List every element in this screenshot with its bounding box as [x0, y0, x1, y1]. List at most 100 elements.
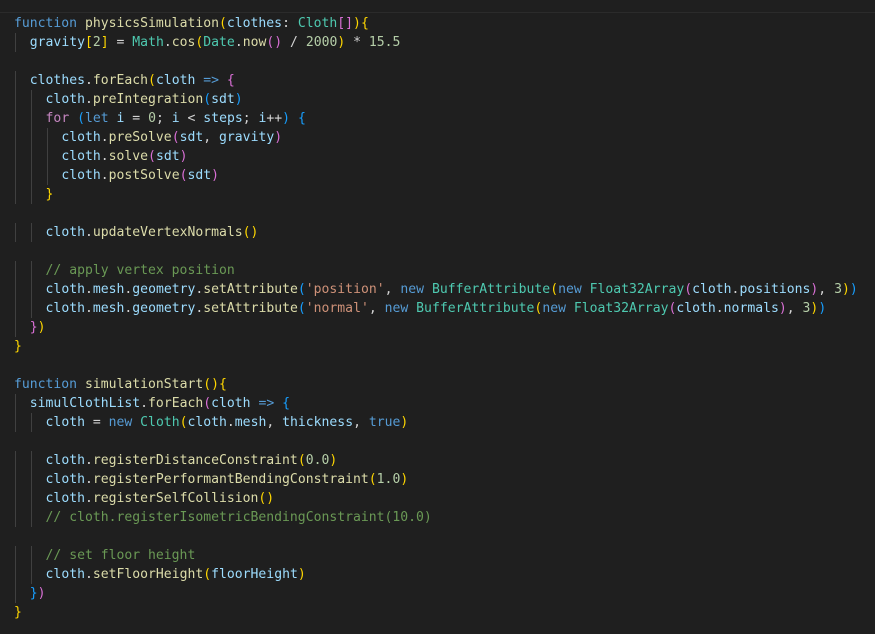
- code-token-punctuation: [77, 16, 85, 31]
- code-token-bracket3: (: [203, 92, 212, 107]
- code-line[interactable]: function simulationStart(){: [14, 375, 858, 394]
- indent-guide: [15, 166, 16, 185]
- indent-guide: [15, 394, 16, 413]
- code-token-punctuation: .: [226, 415, 235, 430]
- code-line[interactable]: // cloth.registerIsometricBendingConstra…: [14, 508, 858, 527]
- code-token-bracket1: ]: [100, 35, 109, 50]
- code-token-punctuation: [109, 111, 117, 126]
- indentation: [14, 301, 46, 316]
- code-token-keyword: let: [84, 111, 109, 126]
- code-line[interactable]: }: [14, 603, 858, 622]
- code-line[interactable]: // set floor height: [14, 546, 858, 565]
- code-line[interactable]: cloth.registerSelfCollision(): [14, 489, 858, 508]
- code-token-bracket1: (): [242, 225, 259, 240]
- code-token-punctuation: [290, 111, 298, 126]
- code-token-punctuation: ;: [155, 111, 172, 126]
- code-token-punctuation: .: [100, 168, 109, 183]
- code-token-function: physicsSimulation: [84, 16, 219, 31]
- code-token-punctuation: .: [715, 301, 724, 316]
- code-line[interactable]: cloth.registerDistanceConstraint(0.0): [14, 451, 858, 470]
- code-token-variable: sdt: [187, 168, 212, 183]
- code-token-punctuation: [69, 111, 77, 126]
- code-token-bracket3: {: [282, 396, 290, 411]
- code-editor[interactable]: function physicsSimulation(clothes: Clot…: [0, 0, 875, 634]
- code-line[interactable]: }: [14, 337, 858, 356]
- code-token-punctuation: =: [84, 415, 109, 430]
- code-token-bracket2: (): [266, 35, 283, 50]
- code-line[interactable]: gravity[2] = Math.cos(Date.now() / 2000)…: [14, 33, 858, 52]
- indentation: [14, 396, 30, 411]
- code-token-function: forEach: [92, 73, 149, 88]
- code-line[interactable]: }): [14, 584, 858, 603]
- code-line[interactable]: // apply vertex position: [14, 261, 858, 280]
- code-line[interactable]: simulClothList.forEach(cloth => {: [14, 394, 858, 413]
- code-token-bracket1: (: [148, 73, 156, 88]
- code-line[interactable]: [14, 527, 858, 546]
- indent-guide: [15, 299, 16, 318]
- indent-guide: [15, 185, 16, 204]
- code-token-type: Date: [203, 35, 235, 50]
- indent-guide: [15, 584, 16, 603]
- code-token-punctuation: ,: [266, 415, 283, 430]
- code-token-bracket1: ): [329, 453, 338, 468]
- code-token-variable: mesh: [92, 282, 125, 297]
- code-token-punctuation: .: [84, 453, 93, 468]
- code-area[interactable]: function physicsSimulation(clothes: Clot…: [14, 14, 858, 622]
- code-token-variable: geometry: [132, 301, 196, 316]
- code-line[interactable]: for (let i = 0; i < steps; i++) {: [14, 109, 858, 128]
- code-line[interactable]: [14, 432, 858, 451]
- code-line[interactable]: [14, 242, 858, 261]
- code-line[interactable]: [14, 52, 858, 71]
- code-line[interactable]: [14, 204, 858, 223]
- code-token-keyword: function: [14, 377, 78, 392]
- code-line[interactable]: function physicsSimulation(clothes: Clot…: [14, 14, 858, 33]
- code-line[interactable]: cloth.mesh.geometry.setAttribute('normal…: [14, 299, 858, 318]
- code-token-type: BufferAttribute: [416, 301, 535, 316]
- code-line[interactable]: cloth.mesh.geometry.setAttribute('positi…: [14, 280, 858, 299]
- code-token-variable: floorHeight: [211, 567, 298, 582]
- code-line[interactable]: cloth.postSolve(sdt): [14, 166, 858, 185]
- code-token-punctuation: ,: [786, 301, 803, 316]
- indent-guide: [30, 261, 32, 280]
- code-token-bracket1: }: [14, 339, 22, 354]
- code-token-bracket3: {: [297, 111, 306, 126]
- code-line[interactable]: }): [14, 318, 858, 337]
- code-line[interactable]: cloth.preIntegration(sdt): [14, 90, 858, 109]
- code-token-number: 0: [148, 111, 156, 126]
- code-line[interactable]: cloth.preSolve(sdt, gravity): [14, 128, 858, 147]
- indentation: [14, 92, 46, 107]
- code-token-number: 2000: [305, 35, 338, 50]
- code-line[interactable]: clothes.forEach(cloth => {: [14, 71, 858, 90]
- code-line[interactable]: cloth.registerPerformantBendingConstrain…: [14, 470, 858, 489]
- code-token-bracket3: ): [818, 301, 827, 316]
- code-token-number: 2: [92, 35, 101, 50]
- code-token-bracket1: ): [37, 320, 46, 335]
- indent-guide: [15, 470, 16, 489]
- editor-top-border: [0, 12, 875, 13]
- indent-guide: [30, 299, 32, 318]
- code-token-bracket2: }: [29, 320, 38, 335]
- code-token-punctuation: [274, 396, 282, 411]
- code-line[interactable]: cloth.setFloorHeight(floorHeight): [14, 565, 858, 584]
- code-token-number: 15.5: [368, 35, 401, 50]
- code-token-bracket1: }: [14, 605, 22, 620]
- code-token-punctuation: .: [84, 282, 93, 297]
- code-token-keyword: true: [368, 415, 401, 430]
- code-line[interactable]: cloth.solve(sdt): [14, 147, 858, 166]
- code-line[interactable]: [14, 356, 858, 375]
- code-token-punctuation: /: [282, 35, 306, 50]
- code-line[interactable]: cloth = new Cloth(cloth.mesh, thickness,…: [14, 413, 858, 432]
- code-token-punctuation: [219, 73, 227, 88]
- code-line[interactable]: }: [14, 185, 858, 204]
- code-token-variable: cloth: [187, 415, 227, 430]
- code-token-type: Cloth: [140, 415, 180, 430]
- code-token-variable: steps: [203, 111, 243, 126]
- code-token-function: cos: [171, 35, 196, 50]
- code-token-punctuation: ,: [203, 130, 220, 145]
- code-line[interactable]: cloth.updateVertexNormals(): [14, 223, 858, 242]
- indentation: [14, 548, 46, 563]
- code-token-bracket2: ): [778, 301, 787, 316]
- code-token-bracket1: (: [203, 567, 212, 582]
- code-token-number: 1.0: [376, 472, 401, 487]
- indent-guide: [30, 128, 32, 147]
